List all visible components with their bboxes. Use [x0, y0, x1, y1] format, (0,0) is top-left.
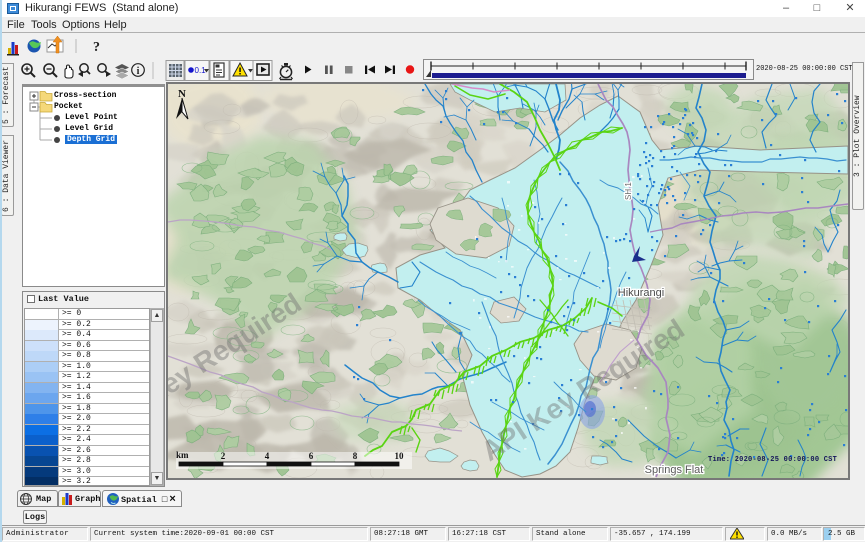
svg-text:8: 8: [353, 451, 358, 461]
svg-text:10: 10: [395, 451, 405, 461]
svg-text:6: 6: [309, 451, 314, 461]
svg-text:Springs Flat: Springs Flat: [645, 464, 704, 476]
svg-text:?: ?: [93, 40, 100, 55]
svg-text:4: 4: [265, 451, 270, 461]
svg-text:SH 1: SH 1: [624, 182, 633, 200]
svg-text:Time: 2020-08-25 00:00:00 CST: Time: 2020-08-25 00:00:00 CST: [708, 456, 837, 464]
svg-text:i: i: [137, 66, 140, 77]
svg-text:2: 2: [221, 451, 226, 461]
svg-text:km: km: [176, 450, 189, 460]
svg-text:Hikurangi: Hikurangi: [618, 287, 664, 299]
svg-text:0.1: 0.1: [195, 66, 207, 75]
